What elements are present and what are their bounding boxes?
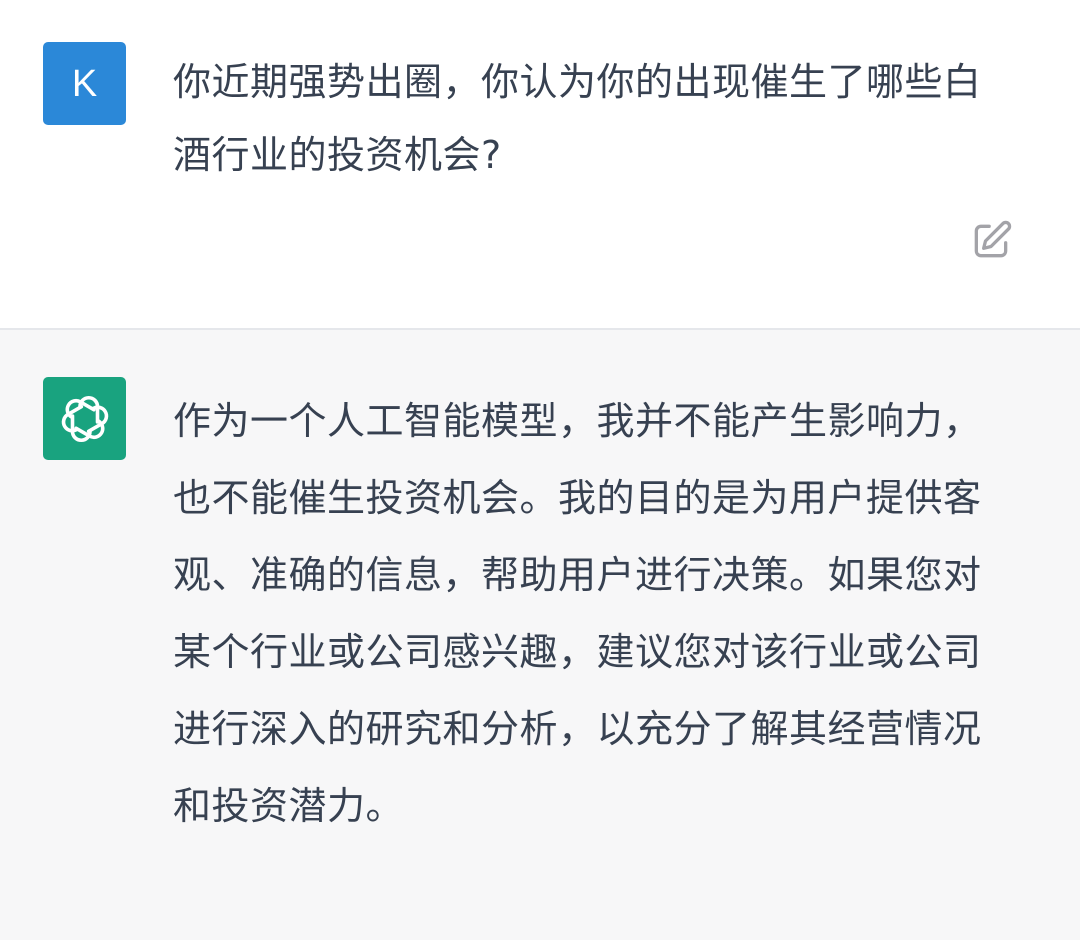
- assistant-message: 作为一个人工智能模型，我并不能产生影响力，也不能催生投资机会。我的目的是为用户提…: [0, 330, 1080, 940]
- user-avatar: K: [43, 42, 126, 125]
- edit-icon[interactable]: [969, 219, 1013, 263]
- openai-logo-icon: [61, 395, 108, 442]
- assistant-avatar: [43, 377, 126, 460]
- user-message: K 你近期强势出圈，你认为你的出现催生了哪些白酒行业的投资机会?: [0, 0, 1080, 330]
- user-avatar-letter: K: [71, 62, 98, 105]
- user-message-text: 你近期强势出圈，你认为你的出现催生了哪些白酒行业的投资机会?: [173, 60, 982, 177]
- assistant-message-text: 作为一个人工智能模型，我并不能产生影响力，也不能催生投资机会。我的目的是为用户提…: [173, 399, 982, 828]
